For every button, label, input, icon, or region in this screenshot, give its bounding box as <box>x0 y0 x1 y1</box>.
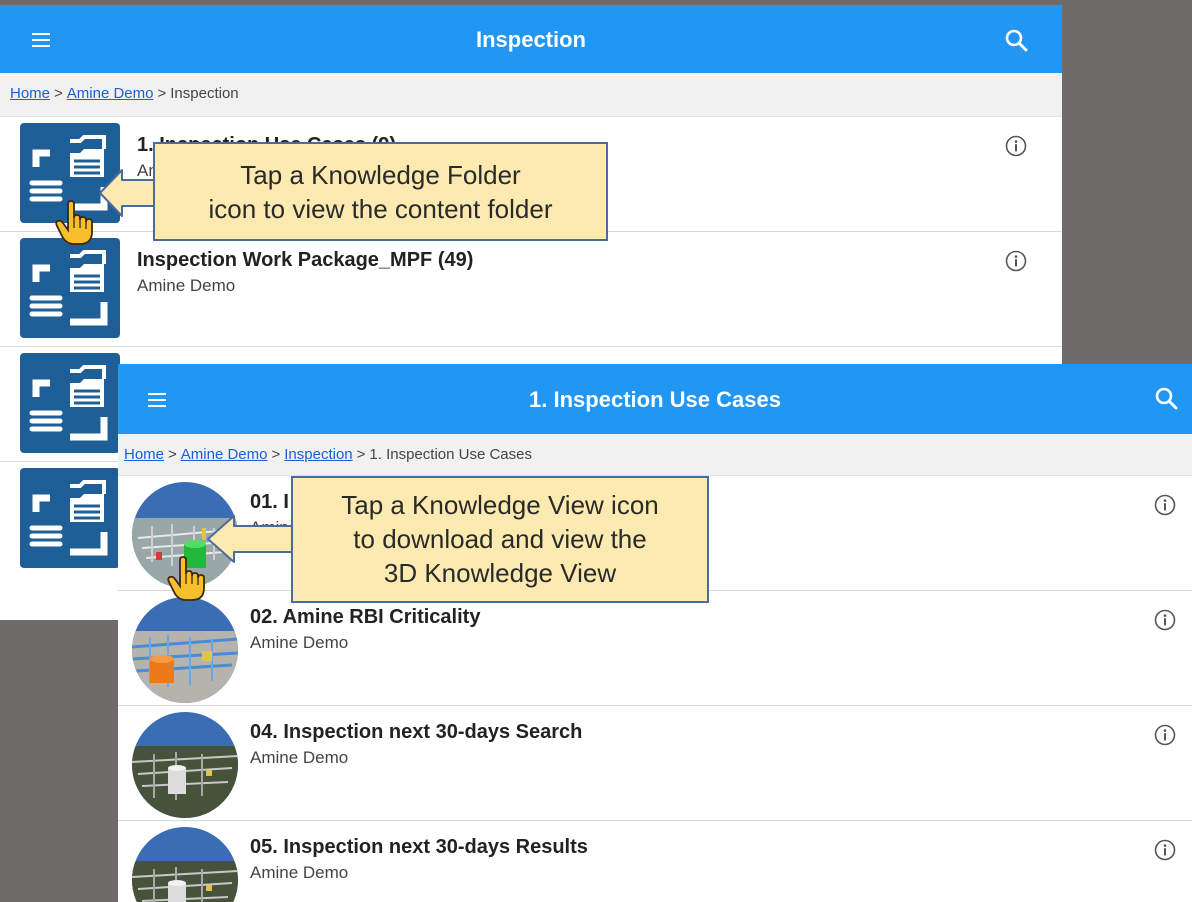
breadcrumb: Home > Amine Demo > Inspection >1. Inspection… <box>118 434 1192 476</box>
breadcrumb: Home > Amine Demo > Inspection <box>0 73 1062 117</box>
info-icon[interactable] <box>1005 250 1027 272</box>
knowledge-folder-icon[interactable] <box>20 353 120 453</box>
callout-line: icon to view the content folder <box>208 194 553 224</box>
list-item-subtitle: Amine Demo <box>250 633 349 652</box>
knowledge-view-icon[interactable] <box>132 597 238 703</box>
info-icon[interactable] <box>1005 135 1027 157</box>
breadcrumb-current: Inspection <box>170 85 239 102</box>
app-bar: 1. Inspection Use Cases <box>118 364 1192 434</box>
breadcrumb-link-amine-demo[interactable]: Amine Demo <box>181 446 268 463</box>
breadcrumb-separator: > <box>271 446 281 463</box>
tap-hand-icon <box>54 200 94 246</box>
list-item-title: 05. Inspection next 30-days Results <box>250 836 588 858</box>
page-title: Inspection <box>475 27 586 52</box>
breadcrumb-separator: > <box>157 85 167 102</box>
list-item-title: 04. Inspection next 30-days Search <box>250 721 583 743</box>
list-item-subtitle: Amine Demo <box>137 276 236 295</box>
breadcrumb-link-home[interactable]: Home <box>10 85 50 102</box>
callout-view-hint: Tap a Knowledge View icon to download an… <box>291 476 709 603</box>
tap-hand-icon <box>166 556 206 602</box>
page-title: 1. Inspection Use Cases <box>529 387 781 412</box>
callout-folder-hint: Tap a Knowledge Folder icon to view the … <box>153 142 608 241</box>
list-item-title: 01. I <box>250 491 289 513</box>
knowledge-view-icon[interactable] <box>132 712 238 818</box>
breadcrumb-link-amine-demo[interactable]: Amine Demo <box>67 85 154 102</box>
callout-arrow <box>99 169 155 217</box>
breadcrumb-link-home[interactable]: Home <box>124 446 164 463</box>
list-item[interactable]: 02. Amine RBI Criticality Amine Demo <box>118 591 1192 706</box>
info-icon[interactable] <box>1154 494 1176 516</box>
info-icon[interactable] <box>1154 609 1176 631</box>
callout-arrow <box>207 515 293 563</box>
callout-line: to download and view the <box>353 524 647 554</box>
search-icon[interactable] <box>1154 386 1178 410</box>
breadcrumb-link-inspection[interactable]: Inspection <box>284 446 352 463</box>
info-icon[interactable] <box>1154 724 1176 746</box>
breadcrumb-separator: > <box>356 446 366 463</box>
list-item-subtitle: Amine Demo <box>250 748 349 767</box>
search-icon[interactable] <box>1004 28 1028 52</box>
list-item[interactable]: 04. Inspection next 30-days Search Amine… <box>118 706 1192 821</box>
knowledge-view-icon[interactable] <box>132 827 238 902</box>
list-item-title: Inspection Work Package_MPF (49) <box>137 249 474 271</box>
list-item[interactable]: 05. Inspection next 30-days Results Amin… <box>118 821 1192 902</box>
callout-line: Tap a Knowledge View icon <box>341 490 659 520</box>
callout-line: Tap a Knowledge Folder <box>240 160 521 190</box>
knowledge-folder-icon[interactable] <box>20 238 120 338</box>
breadcrumb-separator: > <box>168 446 177 463</box>
info-icon[interactable] <box>1154 839 1176 861</box>
app-bar: Inspection <box>0 5 1062 73</box>
screen-inspection-use-cases: 1. Inspection Use Cases Home > Amine Demo >… <box>118 364 1192 902</box>
list-item[interactable]: Inspection Work Package_MPF (49) Amine D… <box>0 232 1062 347</box>
breadcrumb-separator: > <box>54 85 63 102</box>
list-item-title: 02. Amine RBI Criticality <box>250 606 481 628</box>
callout-line: 3D Knowledge View <box>383 558 617 588</box>
knowledge-folder-icon[interactable] <box>20 468 120 568</box>
breadcrumb-current: 1. Inspection Use Cases <box>369 446 532 463</box>
list-item-subtitle: Amine Demo <box>250 863 349 882</box>
